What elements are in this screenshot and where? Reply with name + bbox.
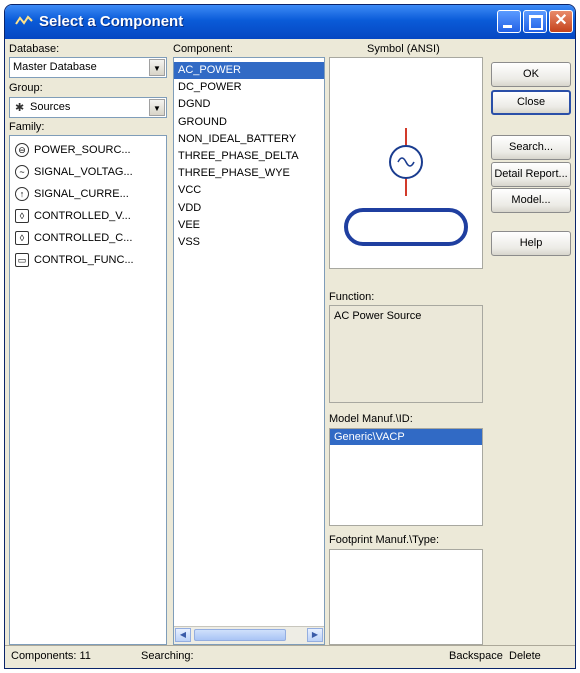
- function-box: AC Power Source: [329, 305, 483, 403]
- footprint-list[interactable]: [329, 549, 483, 645]
- group-label: Group:: [9, 82, 43, 94]
- family-item-label: SIGNAL_VOLTAG...: [34, 166, 133, 178]
- dropdown-arrow-icon[interactable]: ▼: [149, 59, 165, 76]
- delete-label: Delete: [509, 650, 541, 662]
- database-label: Database:: [9, 43, 60, 55]
- model-button[interactable]: Model...: [491, 188, 571, 213]
- symbol-preview: [329, 57, 483, 269]
- component-item-three-phase-wye[interactable]: THREE_PHASE_WYE: [174, 165, 324, 182]
- family-list[interactable]: ⊖ POWER_SOURC... ~ SIGNAL_VOLTAG... ↑ SI…: [9, 135, 167, 645]
- group-select[interactable]: ✱ Sources ▼: [9, 97, 167, 118]
- backspace-label: Backspace: [449, 650, 503, 662]
- component-label: Component:: [173, 43, 233, 55]
- family-item-signal-voltage[interactable]: ~ SIGNAL_VOLTAG...: [10, 162, 166, 184]
- family-item-control-function[interactable]: ▭ CONTROL_FUNC...: [10, 250, 166, 272]
- family-item-signal-current[interactable]: ↑ SIGNAL_CURRE...: [10, 184, 166, 206]
- database-select[interactable]: Master Database ▼: [9, 57, 167, 78]
- component-list[interactable]: AC_POWER DC_POWER DGND GROUND NON_IDEAL_…: [173, 57, 325, 645]
- component-item-non-ideal-battery[interactable]: NON_IDEAL_BATTERY: [174, 131, 324, 148]
- horizontal-scrollbar[interactable]: ◀ ▶: [174, 626, 324, 644]
- family-item-power-source[interactable]: ⊖ POWER_SOURC...: [10, 140, 166, 162]
- scroll-left-icon[interactable]: ◀: [175, 628, 191, 642]
- ac-source-symbol-icon: [389, 128, 423, 196]
- ok-button[interactable]: OK: [491, 62, 571, 87]
- help-button[interactable]: Help: [491, 231, 571, 256]
- window-title: Select a Component: [39, 13, 184, 30]
- controlled-voltage-icon: ◊: [15, 209, 29, 223]
- controlled-current-icon: ◊: [15, 231, 29, 245]
- title-bar[interactable]: Select a Component ✕: [5, 5, 575, 39]
- dropdown-arrow-icon[interactable]: ▼: [149, 99, 165, 116]
- components-count: Components: 11: [11, 650, 91, 662]
- search-button[interactable]: Search...: [491, 135, 571, 160]
- component-item-vdd[interactable]: VDD: [174, 200, 324, 217]
- component-item-ground[interactable]: GROUND: [174, 114, 324, 131]
- signal-voltage-icon: ~: [15, 165, 29, 179]
- family-label: Family:: [9, 121, 45, 133]
- close-button[interactable]: Close: [491, 90, 571, 115]
- family-item-controlled-voltage[interactable]: ◊ CONTROLLED_V...: [10, 206, 166, 228]
- publisher-stamp: [344, 208, 468, 246]
- scroll-right-icon[interactable]: ▶: [307, 628, 323, 642]
- maximize-button[interactable]: [523, 10, 547, 33]
- scroll-thumb[interactable]: [194, 629, 286, 641]
- power-source-icon: ⊖: [15, 143, 29, 157]
- model-item-selected[interactable]: Generic\VACP: [330, 429, 482, 445]
- multisim-icon: [15, 15, 33, 25]
- family-item-controlled-current[interactable]: ◊ CONTROLLED_C...: [10, 228, 166, 250]
- family-item-label: CONTROLLED_V...: [34, 210, 131, 222]
- component-item-dc-power[interactable]: DC_POWER: [174, 79, 324, 96]
- family-item-label: CONTROLLED_C...: [34, 232, 133, 244]
- database-value: Master Database: [13, 61, 97, 73]
- function-label: Function:: [329, 291, 375, 303]
- minimize-icon: [503, 25, 512, 28]
- family-item-label: SIGNAL_CURRE...: [34, 188, 129, 200]
- sources-icon: ✱: [15, 102, 25, 114]
- component-item-vss[interactable]: VSS: [174, 234, 324, 251]
- searching-label: Searching:: [141, 650, 194, 662]
- model-list[interactable]: Generic\VACP: [329, 428, 483, 526]
- status-bar: Components: 11 Searching: Backspace Dele…: [5, 645, 575, 668]
- component-item-ac-power[interactable]: AC_POWER: [174, 62, 324, 80]
- select-component-dialog: Select a Component ✕ Database: Master Da…: [4, 4, 576, 669]
- component-item-vcc[interactable]: VCC: [174, 182, 324, 199]
- component-item-vee[interactable]: VEE: [174, 217, 324, 234]
- component-item-dgnd[interactable]: DGND: [174, 96, 324, 113]
- signal-current-icon: ↑: [15, 187, 29, 201]
- close-icon: ✕: [554, 12, 568, 29]
- footprint-label: Footprint Manuf.\Type:: [329, 534, 440, 546]
- group-value: Sources: [30, 101, 71, 113]
- control-function-icon: ▭: [15, 253, 29, 267]
- family-item-label: CONTROL_FUNC...: [34, 254, 134, 266]
- maximize-icon: [529, 15, 543, 30]
- minimize-button[interactable]: [497, 10, 521, 33]
- component-item-three-phase-delta[interactable]: THREE_PHASE_DELTA: [174, 148, 324, 165]
- symbol-label: Symbol (ANSI): [367, 43, 440, 55]
- detail-report-button[interactable]: Detail Report...: [491, 162, 571, 187]
- close-window-button[interactable]: ✕: [549, 10, 573, 33]
- family-item-label: POWER_SOURC...: [34, 144, 131, 156]
- model-label: Model Manuf.\ID:: [329, 413, 413, 425]
- function-value: AC Power Source: [334, 310, 422, 322]
